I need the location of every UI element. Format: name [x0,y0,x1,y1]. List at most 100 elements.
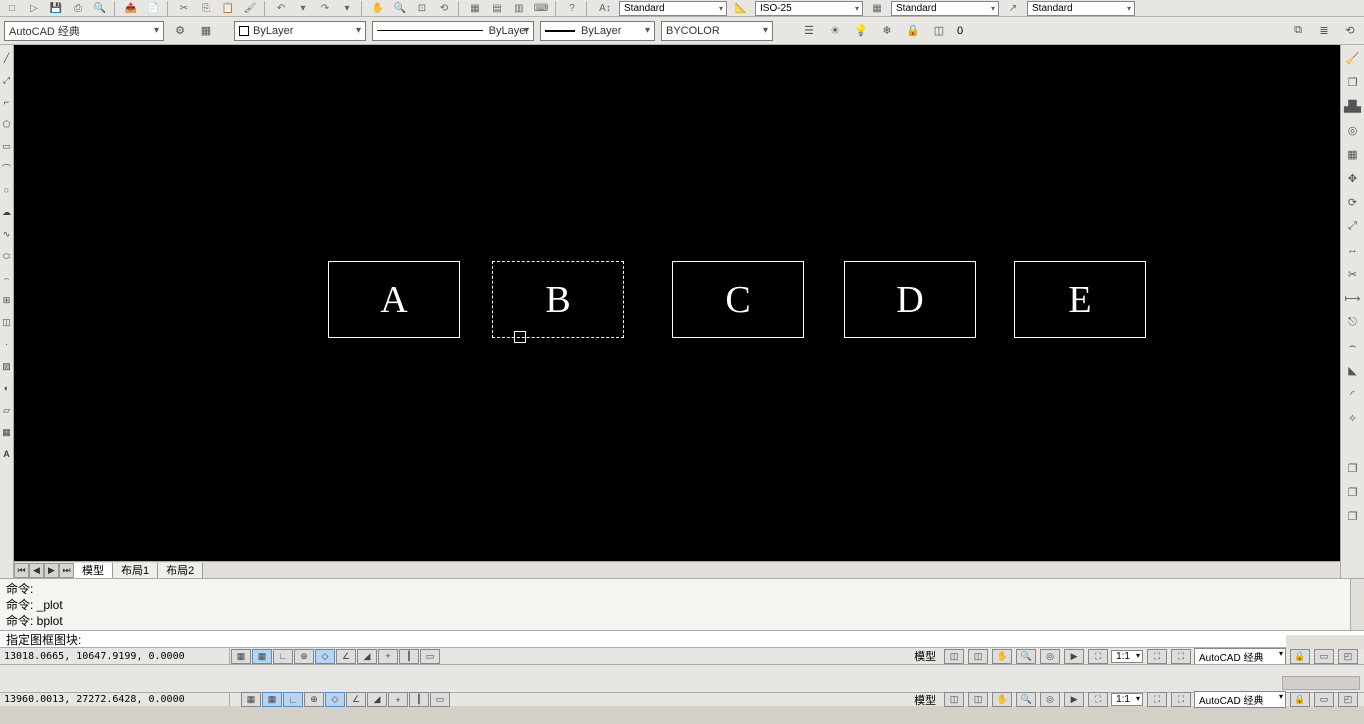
prop-icon[interactable]: ▦ [465,1,485,16]
drawing-box-d[interactable]: D [844,261,976,338]
gear-icon[interactable]: ⚙ [170,21,190,41]
layer-dropdown[interactable]: ByLayer [234,21,366,41]
steering-icon[interactable]: ◎ [1040,649,1060,664]
block-icon[interactable]: ◫ [1,315,13,329]
annotation-scale-1[interactable]: 1:1 [1111,650,1143,663]
quickview-layouts-icon-2[interactable]: ◫ [944,692,964,707]
pan-icon[interactable]: ✋ [368,1,388,16]
save-icon[interactable]: 💾 [46,1,66,16]
drawing-box-a[interactable]: A [328,261,460,338]
xline-icon[interactable]: ⤢ [1,73,13,87]
ellipse-arc-icon[interactable]: ⌢ [1,271,13,285]
ann-auto-icon-2[interactable]: ⛶ [1171,692,1191,707]
linetype-dropdown[interactable]: ByLayer [372,21,534,41]
workspace-save-icon[interactable]: ▦ [196,21,216,41]
ellipse-icon[interactable]: ⬭ [1,249,13,263]
snap-toggle[interactable]: ▦ [231,649,251,664]
annotation-scale-2[interactable]: 1:1 [1111,693,1143,706]
quickview-drawings-icon-2[interactable]: ◫ [968,692,988,707]
tab-model[interactable]: 模型 [74,563,113,578]
join-icon[interactable]: ⌢ [1344,337,1362,355]
bulb-icon[interactable]: 💡 [851,21,871,41]
sheet-icon[interactable]: 📄 [143,1,163,16]
text-style-icon[interactable]: A↕ [593,1,617,16]
zoom-prev-icon[interactable]: ⟲ [434,1,454,16]
line-icon[interactable]: ╱ [1,51,13,65]
ann-vis-icon[interactable]: ⛶ [1147,649,1167,664]
quickview-layouts-icon[interactable]: ◫ [944,649,964,664]
polygon-icon[interactable]: ⬠ [1,117,13,131]
tab-last-icon[interactable]: ⏭ [59,563,74,578]
layer-group3-icon[interactable]: ❐ [1344,507,1362,525]
tool-pal-icon[interactable]: ▥ [509,1,529,16]
match-icon[interactable]: 🖌 [240,1,260,16]
layer-iso-icon[interactable]: ≣ [1314,21,1334,41]
zoom-win-icon[interactable]: ⊡ [412,1,432,16]
ann-auto-icon[interactable]: ⛶ [1171,649,1191,664]
freeze-icon[interactable]: ❄ [877,21,897,41]
layer-group1-icon[interactable]: ❐ [1344,459,1362,477]
ann-scale-icon[interactable]: ⛶ [1088,649,1108,664]
redo-icon[interactable]: ↷ [315,1,335,16]
otrack-toggle-2[interactable]: ∠ [346,692,366,707]
tab-layout1[interactable]: 布局1 [113,563,158,578]
layer-group2-icon[interactable]: ❐ [1344,483,1362,501]
model-paper-toggle[interactable]: 模型 [910,648,940,664]
offset-icon[interactable]: ◎ [1344,121,1362,139]
tab-first-icon[interactable]: ⏮ [14,563,29,578]
showmotion-icon[interactable]: ▶ [1064,649,1084,664]
grid-toggle-2[interactable]: ▦ [262,692,282,707]
pline-icon[interactable]: ⌐ [1,95,13,109]
grid-toggle[interactable]: ▦ [252,649,272,664]
lock-ui-icon[interactable]: 🔒 [1290,649,1310,664]
ortho-toggle[interactable]: ∟ [273,649,293,664]
workspace-dropdown[interactable]: AutoCAD 经典 [4,21,164,41]
ortho-toggle-2[interactable]: ∟ [283,692,303,707]
lineweight-dropdown[interactable]: ByLayer [540,21,655,41]
osnap-toggle-2[interactable]: ◇ [325,692,345,707]
table-style-icon[interactable]: ▦ [865,1,889,16]
command-scrollbar[interactable] [1350,579,1364,630]
snap-toggle-2[interactable]: ▦ [241,692,261,707]
dim-style-icon[interactable]: 📐 [729,1,753,16]
polar-toggle-2[interactable]: ⊕ [304,692,324,707]
open-icon[interactable]: ▷ [24,1,44,16]
zoom-rt-icon[interactable]: 🔍 [390,1,410,16]
array-icon[interactable]: ▦ [1344,145,1362,163]
quickview-drawings-icon[interactable]: ◫ [968,649,988,664]
drawing-box-c[interactable]: C [672,261,804,338]
dyn-toggle[interactable]: + [378,649,398,664]
tab-prev-icon[interactable]: ◀ [29,563,44,578]
steering-icon-2[interactable]: ◎ [1040,692,1060,707]
layer-prev-icon[interactable]: ⟲ [1340,21,1360,41]
calc-icon[interactable]: ⌨ [531,1,551,16]
fillet-icon[interactable]: ◜ [1344,385,1362,403]
revcloud-icon[interactable]: ☁ [1,205,13,219]
preview-icon[interactable]: 🔍 [90,1,110,16]
ducs-toggle-2[interactable]: ◢ [367,692,387,707]
hscroll-thumb[interactable] [1282,676,1360,690]
paste-icon[interactable]: 📋 [218,1,238,16]
dyn-toggle-2[interactable]: + [388,692,408,707]
rotate-icon[interactable]: ⟳ [1344,193,1362,211]
workspace-status-1[interactable]: AutoCAD 经典 [1194,648,1286,665]
plot-style-dropdown[interactable]: BYCOLOR [661,21,773,41]
layer-prop-icon[interactable]: ☰ [799,21,819,41]
sun-icon[interactable]: ☀ [825,21,845,41]
erase-icon[interactable]: 🧹 [1344,49,1362,67]
mirror-icon[interactable]: ▟▙ [1344,97,1362,115]
dim-style-dropdown[interactable]: ISO-25 [755,1,863,16]
hw-accel-icon-2[interactable]: ▭ [1314,692,1334,707]
undo-dd-icon[interactable]: ▾ [293,1,313,16]
gradient-icon[interactable]: ◐ [1,381,13,395]
explode-icon[interactable]: ✧ [1344,409,1362,427]
arc-icon[interactable]: ⌒ [1,161,13,175]
drawing-box-b[interactable]: B [492,261,624,338]
ann-vis-icon-2[interactable]: ⛶ [1147,692,1167,707]
ann-scale-icon-2[interactable]: ⛶ [1088,692,1108,707]
zoom-status-icon-2[interactable]: 🔍 [1016,692,1036,707]
undo-icon[interactable]: ↶ [271,1,291,16]
text-style-dropdown[interactable]: Standard [619,1,727,16]
pan-status-icon[interactable]: ✋ [992,649,1012,664]
insert-icon[interactable]: ⊞ [1,293,13,307]
